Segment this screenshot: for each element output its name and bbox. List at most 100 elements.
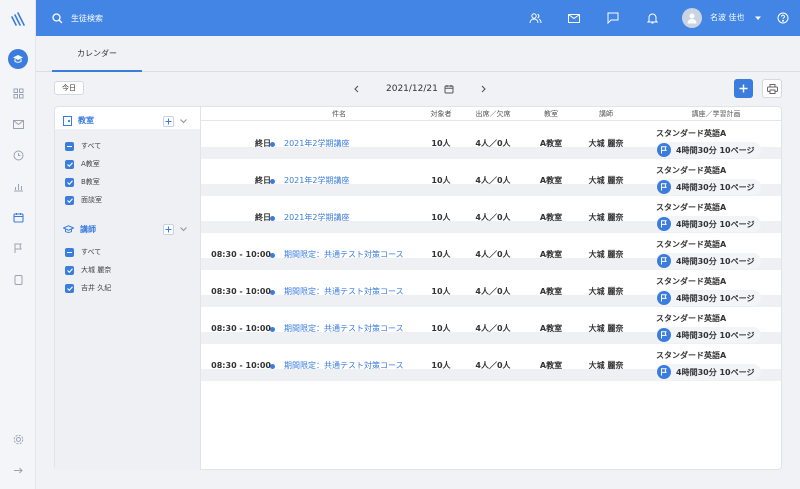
- event-title-link[interactable]: 期間限定：共通テスト対策コース: [284, 310, 404, 348]
- checkbox-label: B教室: [81, 178, 100, 186]
- minus-checkbox-icon[interactable]: [65, 247, 74, 257]
- event-plan: スタンダード英語A 4時間30分 10ページ: [656, 165, 781, 195]
- mail-icon[interactable]: [567, 11, 581, 25]
- room-filter-header[interactable]: 教室: [63, 115, 94, 126]
- event-title-link[interactable]: 期間限定：共通テスト対策コース: [284, 273, 404, 311]
- room-filter-b[interactable]: B教室: [65, 177, 100, 187]
- study-plan-pill[interactable]: 4時間30分 10ページ: [656, 179, 762, 195]
- minus-checkbox-icon[interactable]: [65, 141, 74, 151]
- room-filter-a[interactable]: A教室: [65, 159, 100, 169]
- teacher-filter-all[interactable]: すべて: [65, 247, 101, 257]
- flag-icon: [657, 217, 671, 231]
- event-title-link[interactable]: 2021年2学期講座: [284, 199, 349, 237]
- help-icon[interactable]: [776, 11, 790, 25]
- course-name[interactable]: スタンダード英語A: [656, 128, 781, 140]
- event-title-link[interactable]: 期間限定：共通テスト対策コース: [284, 236, 404, 274]
- avatar[interactable]: [682, 8, 702, 28]
- room-filter-interview[interactable]: 面談室: [65, 195, 102, 205]
- event-attendance: 4人／0人: [475, 361, 511, 370]
- checkbox-label: 面談室: [81, 196, 102, 204]
- app-logo-icon[interactable]: [10, 11, 26, 27]
- next-date-icon[interactable]: [478, 85, 490, 93]
- course-name[interactable]: スタンダード英語A: [656, 276, 781, 288]
- chevron-down-icon[interactable]: [180, 227, 187, 232]
- today-button[interactable]: 今日: [54, 81, 84, 95]
- event-teacher: 大城 麗奈: [588, 176, 624, 185]
- users-icon[interactable]: [528, 11, 542, 25]
- calendar-nav-icon[interactable]: [11, 210, 25, 224]
- plan-detail: 4時間30分 10ページ: [676, 219, 755, 229]
- prev-date-icon[interactable]: [350, 85, 362, 93]
- event-title-link[interactable]: 2021年2学期講座: [284, 125, 349, 163]
- event-room: A教室: [539, 324, 563, 333]
- flag-nav-icon[interactable]: [11, 241, 25, 255]
- event-dot-icon: [270, 216, 275, 221]
- course-name[interactable]: スタンダード英語A: [656, 165, 781, 177]
- school-nav-icon[interactable]: [8, 49, 28, 69]
- expand-nav-icon[interactable]: [11, 463, 25, 477]
- event-room: A教室: [539, 213, 563, 222]
- event-title-link[interactable]: 2021年2学期講座: [284, 162, 349, 200]
- add-teacher-button[interactable]: [163, 224, 174, 235]
- check-icon[interactable]: [65, 265, 74, 275]
- schedule-table: 件名 対象者 出席／欠席 教室 講師 講座／学習計画 終日 2021年2学期講座 1…: [200, 106, 782, 470]
- teacher-filter-oshiro[interactable]: 大城 麗奈: [65, 265, 111, 275]
- check-icon[interactable]: [65, 159, 74, 169]
- print-button[interactable]: [762, 79, 782, 98]
- event-attendance: 4人／0人: [475, 287, 511, 296]
- course-name[interactable]: スタンダード英語A: [656, 313, 781, 325]
- table-row[interactable]: 08:30 - 10:00 期間限定：共通テスト対策コース 10人 4人／0人 A教室 大…: [201, 236, 781, 274]
- table-row[interactable]: 08:30 - 10:00 期間限定：共通テスト対策コース 10人 4人／0人 A教室 大…: [201, 347, 781, 385]
- chart-nav-icon[interactable]: [11, 179, 25, 193]
- study-plan-pill[interactable]: 4時間30分 10ページ: [656, 142, 762, 158]
- study-plan-pill[interactable]: 4時間30分 10ページ: [656, 327, 762, 343]
- chevron-down-icon[interactable]: [180, 119, 187, 124]
- table-row[interactable]: 08:30 - 10:00 期間限定：共通テスト対策コース 10人 4人／0人 A教室 大…: [201, 310, 781, 348]
- chevron-down-icon[interactable]: [755, 15, 761, 21]
- clipboard-nav-icon[interactable]: [11, 272, 25, 286]
- bell-icon[interactable]: [645, 11, 659, 25]
- clock-nav-icon[interactable]: [11, 148, 25, 162]
- event-dot-icon: [270, 364, 275, 369]
- event-plan: スタンダード英語A 4時間30分 10ページ: [656, 239, 781, 269]
- add-event-button[interactable]: [734, 79, 753, 98]
- teacher-filter-header[interactable]: 講師: [63, 224, 96, 235]
- table-row[interactable]: 終日 2021年2学期講座 10人 4人／0人 A教室 大城 麗奈 スタンダード英語A 4時間…: [201, 199, 781, 237]
- mail-nav-icon[interactable]: [11, 117, 25, 131]
- teacher-filter-yoshii[interactable]: 吉井 久紀: [65, 283, 111, 293]
- table-row[interactable]: 終日 2021年2学期講座 10人 4人／0人 A教室 大城 麗奈 スタンダード英語A 4時間…: [201, 125, 781, 163]
- search-placeholder[interactable]: 生徒検索: [71, 13, 103, 24]
- dashboard-nav-icon[interactable]: [11, 86, 25, 100]
- event-target: 10人: [431, 213, 451, 222]
- flag-icon: [657, 291, 671, 305]
- event-time: 終日: [255, 176, 271, 185]
- event-target: 10人: [431, 139, 451, 148]
- chat-icon[interactable]: [606, 11, 620, 25]
- course-name[interactable]: スタンダード英語A: [656, 202, 781, 214]
- study-plan-pill[interactable]: 4時間30分 10ページ: [656, 216, 762, 232]
- table-row[interactable]: 08:30 - 10:00 期間限定：共通テスト対策コース 10人 4人／0人 A教室 大…: [201, 273, 781, 311]
- student-search[interactable]: 生徒検索: [52, 0, 103, 36]
- settings-nav-icon[interactable]: [11, 432, 25, 446]
- course-name[interactable]: スタンダード英語A: [656, 239, 781, 251]
- course-name[interactable]: スタンダード英語A: [656, 350, 781, 362]
- check-icon[interactable]: [65, 195, 74, 205]
- study-plan-pill[interactable]: 4時間30分 10ページ: [656, 364, 762, 380]
- tab-calendar[interactable]: カレンダー: [52, 36, 142, 72]
- table-row[interactable]: 終日 2021年2学期講座 10人 4人／0人 A教室 大城 麗奈 スタンダード英語A 4時間…: [201, 162, 781, 200]
- header-attendance: 出席／欠席: [475, 110, 511, 118]
- event-attendance: 4人／0人: [475, 213, 511, 222]
- study-plan-pill[interactable]: 4時間30分 10ページ: [656, 253, 762, 269]
- check-icon[interactable]: [65, 177, 74, 187]
- calendar-picker-icon[interactable]: [444, 84, 454, 94]
- user-name[interactable]: 名波 佳也: [710, 0, 745, 36]
- add-room-button[interactable]: [163, 116, 174, 127]
- room-filter-all[interactable]: すべて: [65, 141, 101, 151]
- checkbox-label: A教室: [81, 160, 100, 168]
- study-plan-pill[interactable]: 4時間30分 10ページ: [656, 290, 762, 306]
- event-teacher: 大城 麗奈: [588, 139, 624, 148]
- check-icon[interactable]: [65, 283, 74, 293]
- event-title-link[interactable]: 期間限定：共通テスト対策コース: [284, 347, 404, 385]
- event-target: 10人: [431, 361, 451, 370]
- header-teacher: 講師: [599, 110, 613, 118]
